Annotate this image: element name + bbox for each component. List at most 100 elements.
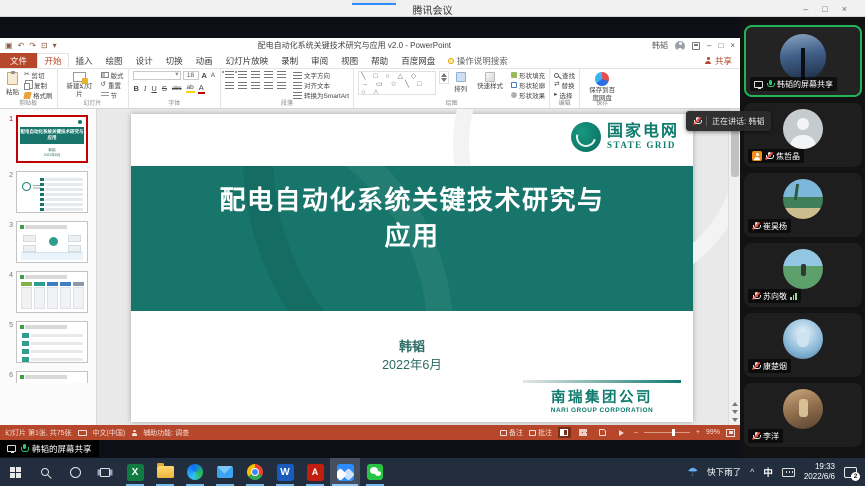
bold-button[interactable]: B [133, 84, 140, 93]
align-text-button[interactable]: 对齐文本 [293, 81, 349, 89]
tab-draw[interactable]: 绘图 [99, 53, 129, 68]
slide-editor[interactable]: 国家电网 State Grid 配电自动化系统关键技术研究与应用 韩韬 2022… [97, 109, 728, 425]
weather-umbrella-icon[interactable]: ☂ [687, 466, 698, 478]
shape-fill-button[interactable]: 形状填充 [511, 71, 545, 79]
align-left-icon[interactable] [225, 82, 234, 89]
cut-button[interactable]: ✂剪切 [24, 71, 53, 79]
tab-slideshow[interactable]: 幻灯片放映 [219, 53, 275, 68]
numbering-icon[interactable] [238, 71, 247, 78]
account-name[interactable]: 韩韬 [652, 40, 668, 51]
thumbnail-slide-6[interactable]: 6 [0, 371, 96, 383]
thumbnail-slide-4[interactable]: 4 [0, 271, 96, 313]
tab-record[interactable]: 录制 [275, 53, 305, 68]
reset-button[interactable]: ↺重置 [101, 81, 124, 89]
zoom-out-button[interactable]: – [634, 429, 638, 436]
find-button[interactable]: 查找 [554, 71, 575, 79]
taskbar-wechat[interactable] [360, 458, 390, 486]
tab-insert[interactable]: 插入 [69, 53, 99, 68]
highlight-color-button[interactable]: ab [186, 84, 195, 93]
copy-button[interactable]: 复制 [24, 81, 53, 89]
thumbnail-slide-3[interactable]: 3 [0, 221, 96, 263]
ime-indicator[interactable]: 中 [763, 465, 773, 479]
start-button[interactable] [0, 458, 30, 486]
zoom-slider-thumb[interactable] [672, 429, 675, 437]
replace-button[interactable]: ⇄替换 [554, 81, 575, 89]
start-slideshow-icon[interactable]: ⊡ [41, 42, 48, 50]
taskbar-excel[interactable]: X [120, 458, 150, 486]
tab-transitions[interactable]: 切换 [159, 53, 189, 68]
slide-sorter-view-button[interactable] [577, 427, 590, 438]
bullets-icon[interactable] [225, 71, 234, 78]
screen-share-pill[interactable]: 韩韬的屏幕共享 [0, 440, 99, 457]
slide-nav-buttons[interactable] [732, 402, 738, 422]
thumbnail-preview[interactable] [16, 221, 88, 263]
tab-animations[interactable]: 动画 [189, 53, 219, 68]
thumbnail-slide-1[interactable]: 1 配电自动化系统关键技术研究与应用 韩韬2022年6月 [0, 115, 96, 163]
slide-date[interactable]: 2022年6月 [131, 354, 693, 373]
editor-scrollbar[interactable] [728, 109, 740, 425]
accessibility-status[interactable]: 辅助功能: 调查 [143, 428, 189, 438]
columns-icon[interactable] [277, 82, 286, 89]
shape-gallery-scroll[interactable] [439, 71, 449, 84]
thumbnail-preview[interactable] [16, 171, 88, 213]
save-icon[interactable]: ▣ [5, 42, 13, 50]
strikethrough-button[interactable]: abc [171, 86, 183, 92]
font-color-button[interactable]: A [198, 83, 205, 94]
scroll-down-icon[interactable] [732, 418, 738, 422]
undo-icon[interactable]: ↶ [18, 42, 25, 50]
fit-slide-to-window-icon[interactable] [726, 429, 735, 437]
quick-styles-button[interactable]: 快速样式 [472, 71, 508, 92]
clock[interactable]: 19:33 2022/6/6 [804, 462, 835, 482]
participant-tile-suxiangjing[interactable]: 苏向敬 [744, 243, 862, 307]
taskbar-acrobat[interactable]: A [300, 458, 330, 486]
zoom-level[interactable]: 99% [706, 429, 720, 436]
participant-tile-kangchuyan[interactable]: 康楚烟 [744, 313, 862, 377]
thumbnail-preview[interactable] [16, 321, 88, 363]
notes-button[interactable]: 备注 [500, 428, 523, 438]
thumbnail-preview[interactable]: 配电自动化系统关键技术研究与应用 韩韬2022年6月 [16, 115, 88, 163]
layout-button[interactable]: 版式 [101, 71, 124, 79]
increase-indent-icon[interactable] [264, 71, 273, 78]
slide-author[interactable]: 韩韬 [131, 336, 693, 355]
ppt-maximize-icon[interactable]: □ [718, 41, 723, 50]
tab-file[interactable]: 文件 [0, 53, 37, 68]
taskbar-edge[interactable] [180, 458, 210, 486]
slide-canvas[interactable]: 国家电网 State Grid 配电自动化系统关键技术研究与应用 韩韬 2022… [131, 114, 693, 422]
font-name-box[interactable]: ▾ [133, 71, 181, 80]
taskbar-search-button[interactable] [30, 458, 60, 486]
shape-outline-button[interactable]: 形状轮廓 [511, 81, 545, 89]
thumbnail-slide-2[interactable]: 2 [0, 171, 96, 213]
shadow-button[interactable]: S [161, 84, 168, 93]
tab-review[interactable]: 审阅 [305, 53, 335, 68]
tell-me-search[interactable]: 操作说明搜索 [448, 53, 508, 68]
arrange-button[interactable]: 排列 [452, 71, 469, 94]
slide-title[interactable]: 配电自动化系统关键技术研究与应用 [212, 182, 612, 255]
zoom-in-button[interactable]: + [696, 429, 700, 436]
task-view-button[interactable] [90, 458, 120, 486]
thumbnail-preview[interactable] [16, 371, 88, 383]
taskbar-tencent-meeting[interactable] [330, 458, 360, 486]
shrink-font-icon[interactable]: A [210, 73, 216, 79]
slideshow-view-button[interactable] [615, 427, 628, 438]
align-right-icon[interactable] [251, 82, 260, 89]
shape-gallery[interactable]: ╲ □ ○ △ ◇ → ▭ ☆ ╲ □ ○ △ [358, 71, 436, 95]
grow-font-icon[interactable]: A [201, 71, 208, 80]
italic-button[interactable]: I [143, 84, 148, 93]
maximize-icon[interactable]: □ [822, 4, 827, 14]
decrease-indent-icon[interactable] [251, 71, 260, 78]
thumbnail-preview[interactable] [16, 271, 88, 313]
taskbar-chrome[interactable] [240, 458, 270, 486]
taskbar-word[interactable]: W [270, 458, 300, 486]
text-direction-button[interactable]: 文字方向 [293, 71, 349, 79]
justify-icon[interactable] [264, 82, 273, 89]
language-status[interactable]: 中文(中国) [93, 428, 126, 438]
tab-home[interactable]: 开始 [37, 53, 69, 68]
underline-button[interactable]: U [150, 84, 157, 93]
participant-tile-hantao-share[interactable]: 韩韬的屏幕共享 [744, 25, 862, 97]
action-center-icon[interactable]: 2 [844, 467, 857, 478]
taskbar-mail[interactable] [210, 458, 240, 486]
redo-icon[interactable]: ↷ [29, 42, 36, 50]
line-spacing-icon[interactable] [277, 71, 286, 78]
tab-help[interactable]: 帮助 [365, 53, 395, 68]
thumbnail-slide-5[interactable]: 5 [0, 321, 96, 363]
